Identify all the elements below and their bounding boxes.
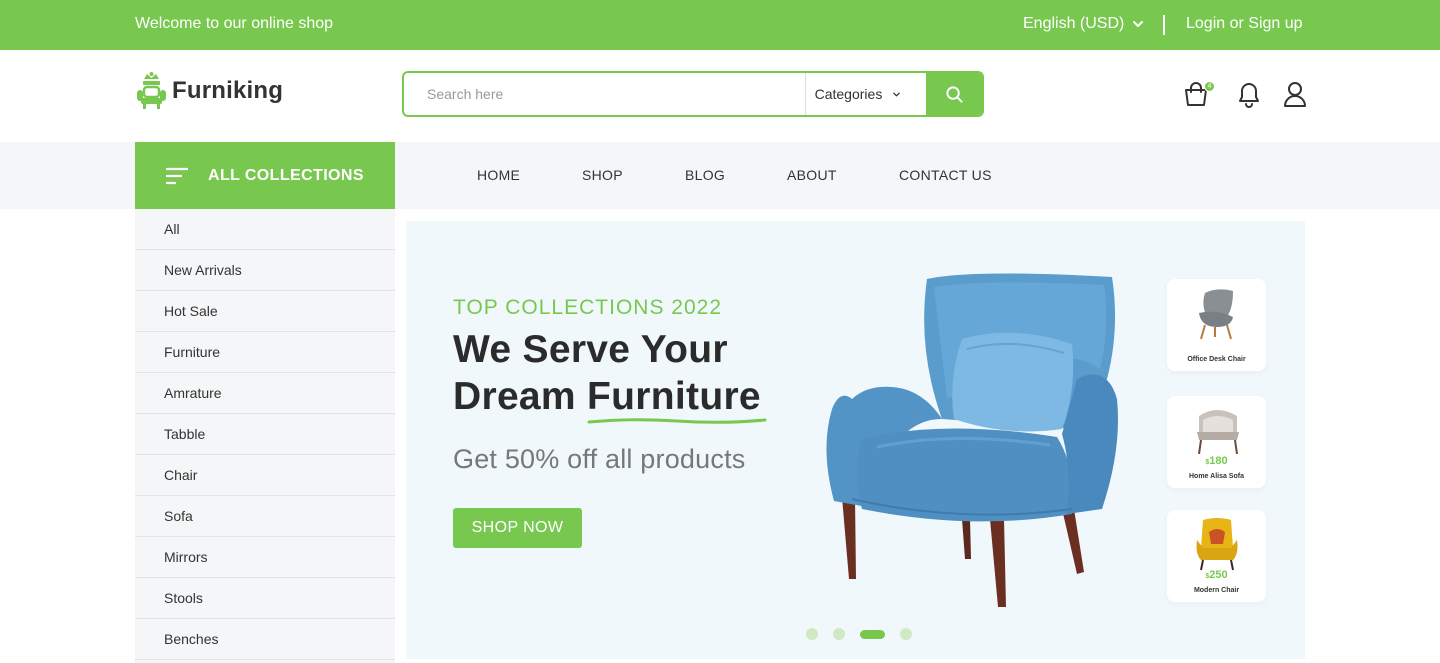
sidebar-item-all[interactable]: All (135, 209, 395, 250)
login-signup-link[interactable]: Login or Sign up (1186, 15, 1303, 33)
gray-lounge-chair-image (1199, 289, 1233, 340)
sidebar-item-benches[interactable]: Benches (135, 619, 395, 660)
hero-eyebrow: TOP COLLECTIONS 2022 (453, 296, 722, 319)
hero-offer-text: Get 50% off all products (453, 444, 746, 474)
sidebar-item-mirrors[interactable]: Mirrors (135, 537, 395, 578)
product-name: Modern Chair (1193, 587, 1240, 594)
blue-armchair-image (826, 273, 1118, 607)
hero-headline-line2: Dream Furniture (453, 373, 767, 424)
sidebar-item-stools[interactable]: Stools (135, 578, 395, 619)
chevron-down-icon (893, 92, 901, 96)
product-name: Home Alisa Sofa (1189, 473, 1244, 480)
hero-headline: We Serve Your Dream Furniture (453, 326, 767, 424)
sidebar-item-sofa[interactable]: Sofa (135, 496, 395, 537)
cart-button[interactable]: 4 (1183, 80, 1215, 108)
all-collections-button[interactable]: ALL COLLECTIONS (135, 142, 395, 209)
brush-underline (587, 418, 767, 424)
product-price: $250 (1167, 569, 1266, 581)
brand-name: Furniking (172, 77, 284, 104)
product-card-home-alisa-sofa[interactable]: $180 Home Alisa Sofa (1167, 396, 1266, 488)
yellow-armchair-image (1196, 518, 1238, 571)
welcome-text: Welcome to our online shop (135, 15, 334, 32)
hamburger-icon (166, 167, 188, 184)
language-label: English (USD) (1023, 15, 1125, 32)
hero-headline-highlight-text: Furniture (587, 375, 761, 418)
bell-icon (1239, 83, 1259, 108)
category-sidebar: All New Arrivals Hot Sale Furniture Amra… (135, 209, 395, 663)
slider-dot[interactable] (860, 629, 885, 639)
topbar-divider (1163, 15, 1165, 35)
nav-contact-us[interactable]: CONTACT US (899, 167, 992, 183)
category-dropdown[interactable]: Categories (804, 73, 927, 115)
sidebar-item-tabble[interactable]: Tabble (135, 414, 395, 455)
language-currency-selector[interactable]: English (USD) (1023, 15, 1144, 33)
hero-headline-highlight: Furniture (587, 373, 767, 424)
slider-dot[interactable] (900, 628, 912, 640)
account-button[interactable] (1282, 80, 1308, 108)
search-bar: Categories (402, 71, 984, 117)
nav-blog[interactable]: BLOG (685, 167, 725, 183)
top-bar: Welcome to our online shop English (USD)… (0, 0, 1440, 50)
sidebar-item-amrature[interactable]: Amrature (135, 373, 395, 414)
product-price-value: 180 (1209, 455, 1228, 467)
user-icon (1284, 82, 1306, 107)
slider-dot[interactable] (806, 628, 818, 640)
brand-logo[interactable]: Furniking (135, 71, 283, 111)
armchair-logo-icon (137, 72, 166, 109)
hero-headline-prefix: Dream (453, 375, 588, 418)
sidebar-item-furniture[interactable]: Furniture (135, 332, 395, 373)
nav-about[interactable]: ABOUT (787, 167, 837, 183)
product-card-modern-chair[interactable]: $250 Modern Chair (1167, 510, 1266, 602)
search-icon (946, 85, 963, 103)
slider-pagination (806, 628, 912, 640)
slider-dot[interactable] (833, 628, 845, 640)
nav-shop[interactable]: SHOP (582, 167, 623, 183)
nav-home[interactable]: HOME (477, 167, 520, 183)
category-dropdown-label: Categories (814, 86, 883, 102)
chevron-down-icon (1133, 21, 1144, 27)
hero-banner: TOP COLLECTIONS 2022 We Serve Your Dream… (406, 221, 1305, 659)
cart-count-badge: 4 (1204, 81, 1215, 92)
search-button[interactable] (926, 73, 982, 115)
shop-now-button[interactable]: SHOP NOW (453, 508, 582, 548)
sidebar-item-chair[interactable]: Chair (135, 455, 395, 496)
sidebar-item-hot-sale[interactable]: Hot Sale (135, 291, 395, 332)
hero-headline-line1: We Serve Your (453, 328, 728, 371)
notifications-button[interactable] (1236, 80, 1262, 108)
search-input[interactable] (404, 73, 805, 115)
product-card-office-desk-chair[interactable]: Office Desk Chair (1167, 279, 1266, 371)
product-price: $180 (1167, 455, 1266, 467)
product-name: Office Desk Chair (1187, 356, 1246, 363)
all-collections-label: ALL COLLECTIONS (208, 166, 364, 184)
product-price-value: 250 (1209, 569, 1228, 581)
sidebar-item-new-arrivals[interactable]: New Arrivals (135, 250, 395, 291)
beige-sofa-chair-image (1197, 410, 1239, 455)
